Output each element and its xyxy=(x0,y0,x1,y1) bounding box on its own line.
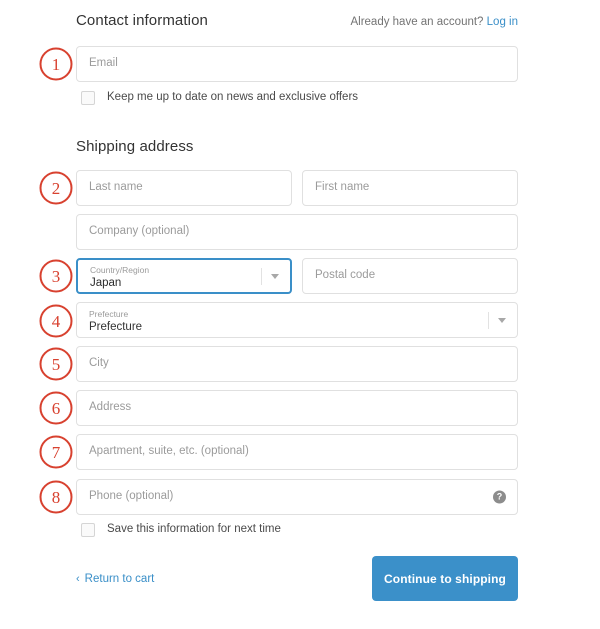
return-to-cart-link[interactable]: ‹ Return to cart xyxy=(76,573,154,585)
annotation-marker-8: 8 xyxy=(36,477,76,517)
account-note: Already have an account? Log in xyxy=(350,16,518,28)
annotation-number: 8 xyxy=(51,487,61,507)
country-region-label: Country/Region xyxy=(90,265,150,275)
first-name-field[interactable]: First name xyxy=(302,170,518,206)
name-row: Last name First name xyxy=(76,170,518,206)
return-to-cart-label: Return to cart xyxy=(84,572,155,585)
address-field[interactable]: Address xyxy=(76,390,518,426)
annotation-marker-4: 4 xyxy=(36,301,76,341)
apartment-placeholder: Apartment, suite, etc. (optional) xyxy=(89,445,249,458)
form-footer: ‹ Return to cart Continue to shipping xyxy=(76,556,518,601)
caret-glyph xyxy=(271,273,279,279)
continue-to-shipping-button[interactable]: Continue to shipping xyxy=(372,556,518,601)
phone-field[interactable]: Phone (optional) ? xyxy=(76,479,518,515)
chevron-left-icon: ‹ xyxy=(76,572,80,585)
email-placeholder: Email xyxy=(89,57,118,70)
postal-code-field[interactable]: Postal code xyxy=(302,258,518,294)
caret-separator xyxy=(261,267,262,285)
account-note-text: Already have an account? xyxy=(350,16,484,28)
save-info-checkbox-row[interactable]: Save this information for next time xyxy=(81,523,523,537)
contact-information-header: Contact information Already have an acco… xyxy=(76,12,518,29)
company-field[interactable]: Company (optional) xyxy=(76,214,518,250)
email-field[interactable]: Email xyxy=(76,46,518,82)
annotation-marker-7: 7 xyxy=(36,432,76,472)
help-icon[interactable]: ? xyxy=(493,490,506,504)
shipping-address-title: Shipping address xyxy=(76,138,194,155)
phone-placeholder: Phone (optional) xyxy=(89,490,174,503)
caret-separator xyxy=(488,311,489,329)
newsletter-label: Keep me up to date on news and exclusive… xyxy=(107,91,359,104)
annotation-marker-5: 5 xyxy=(36,344,76,384)
annotation-marker-1: 1 xyxy=(36,44,76,84)
last-name-placeholder: Last name xyxy=(89,181,143,194)
prefecture-value: Prefecture xyxy=(89,321,143,333)
annotation-number: 3 xyxy=(51,266,61,286)
city-placeholder: City xyxy=(89,357,109,370)
country-region-value: Japan xyxy=(90,277,122,289)
first-name-placeholder: First name xyxy=(315,181,370,194)
annotation-marker-2: 2 xyxy=(36,168,76,208)
annotation-marker-3: 3 xyxy=(36,256,76,296)
city-field[interactable]: City xyxy=(76,346,518,382)
caret-glyph xyxy=(498,317,506,323)
annotation-marker-6: 6 xyxy=(36,388,76,428)
prefecture-select[interactable]: Prefecture Prefecture xyxy=(76,302,518,338)
postal-code-placeholder: Postal code xyxy=(315,269,376,282)
address-placeholder: Address xyxy=(89,401,132,414)
page-title: Contact information xyxy=(76,12,208,29)
country-postal-row: Country/Region Japan Postal code xyxy=(76,258,518,294)
chevron-down-icon[interactable] xyxy=(261,260,290,292)
shipping-address-header: Shipping address xyxy=(76,138,194,156)
save-info-label: Save this information for next time xyxy=(107,523,281,536)
annotation-number: 4 xyxy=(51,311,61,331)
annotation-number: 7 xyxy=(51,442,61,462)
log-in-link[interactable]: Log in xyxy=(487,16,518,28)
newsletter-checkbox[interactable] xyxy=(81,91,95,105)
save-info-checkbox[interactable] xyxy=(81,523,95,537)
country-region-select[interactable]: Country/Region Japan xyxy=(76,258,292,294)
last-name-field[interactable]: Last name xyxy=(76,170,292,206)
apartment-field[interactable]: Apartment, suite, etc. (optional) xyxy=(76,434,518,470)
company-placeholder: Company (optional) xyxy=(89,225,190,238)
annotation-number: 1 xyxy=(51,54,61,74)
annotation-number: 5 xyxy=(51,354,61,374)
prefecture-label: Prefecture xyxy=(89,309,129,319)
newsletter-checkbox-row[interactable]: Keep me up to date on news and exclusive… xyxy=(81,91,523,105)
annotation-number: 2 xyxy=(51,178,61,198)
chevron-down-icon[interactable] xyxy=(488,303,517,337)
annotation-number: 6 xyxy=(51,398,61,418)
checkout-page: Contact information Already have an acco… xyxy=(0,0,600,629)
